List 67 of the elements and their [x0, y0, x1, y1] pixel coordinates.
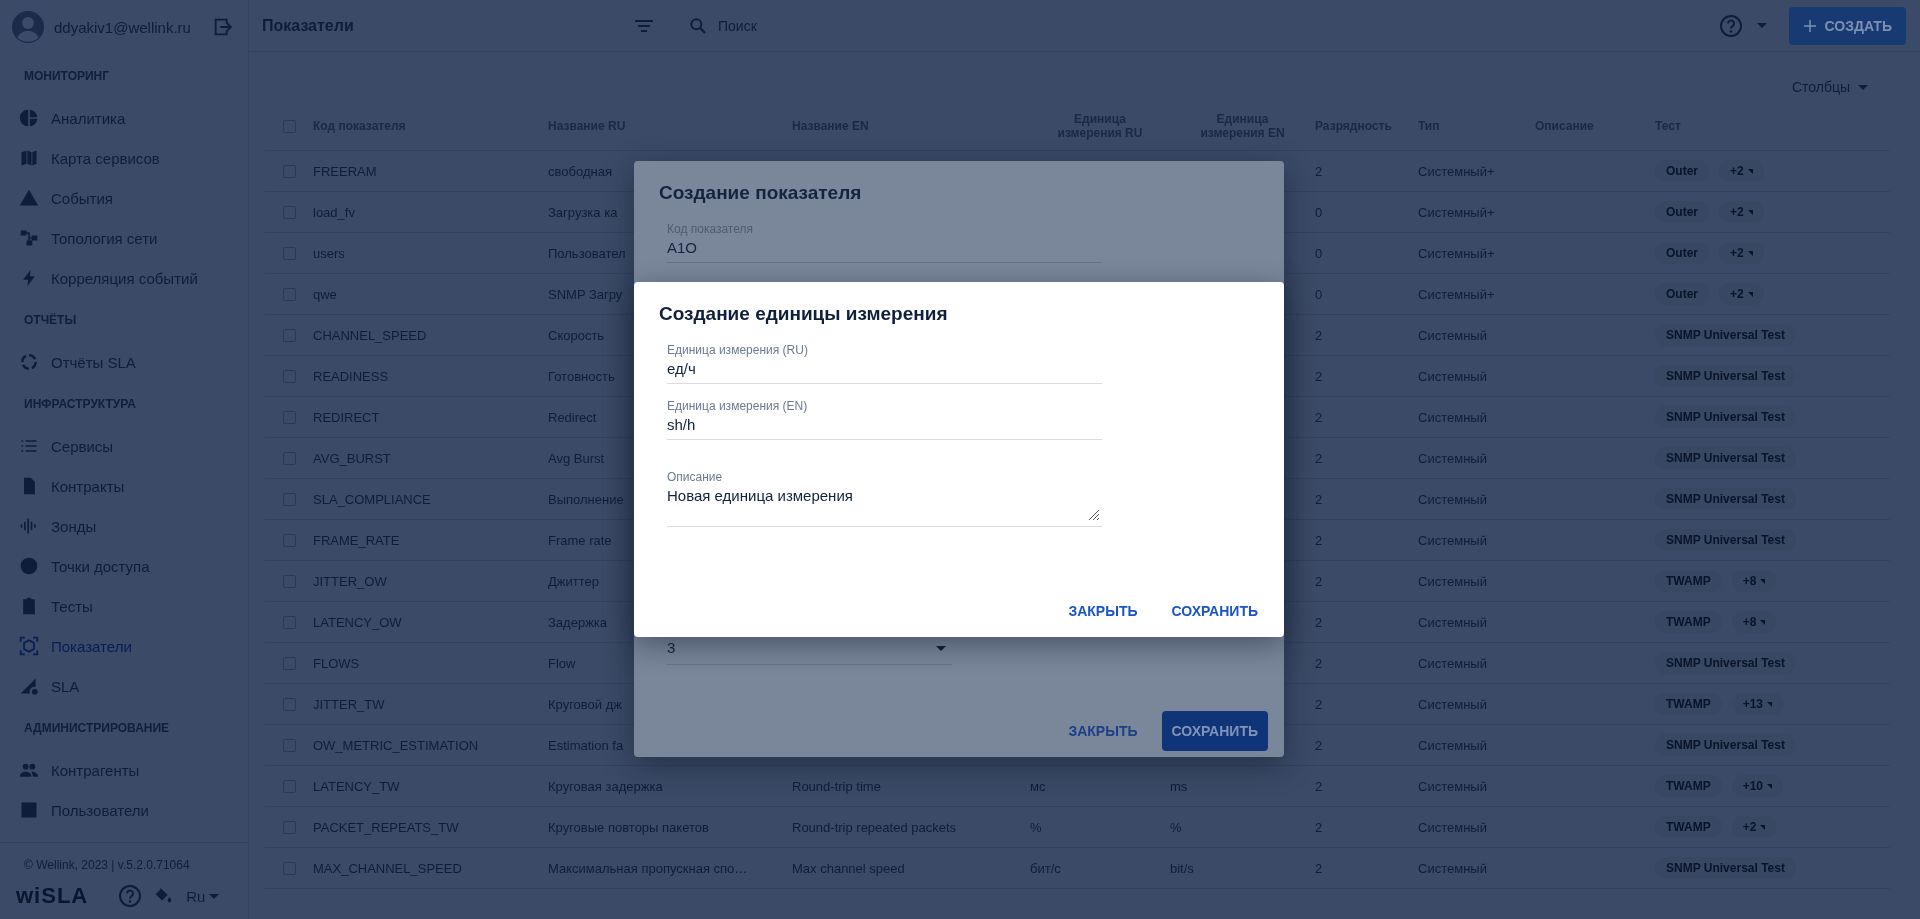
- caret-icon: [1858, 84, 1868, 90]
- save-button[interactable]: СОХРАНИТЬ: [1161, 711, 1268, 751]
- resize-grip-icon[interactable]: [1088, 509, 1100, 521]
- test-tag: TWAMP: [1655, 775, 1722, 797]
- test-tag: Outer: [1655, 242, 1709, 264]
- test-tag: TWAMP: [1655, 611, 1722, 633]
- caret-icon: [936, 645, 946, 651]
- warning-icon: [19, 188, 39, 208]
- test-tag: TWAMP: [1655, 570, 1722, 592]
- logout-icon[interactable]: [212, 16, 234, 38]
- test-tag: Outer: [1655, 201, 1709, 223]
- more-tag[interactable]: +2: [1719, 201, 1764, 223]
- text-button[interactable]: ЗАКРЫТЬ: [1058, 591, 1148, 631]
- circle-icon: [19, 556, 39, 576]
- map-icon: [19, 148, 39, 168]
- more-tag[interactable]: +8: [1731, 570, 1777, 592]
- pie-chart-icon: [19, 108, 39, 128]
- caret-icon: [1747, 209, 1753, 215]
- cube-icon: [19, 636, 39, 656]
- help-icon[interactable]: [1718, 13, 1743, 38]
- caret-icon: [1747, 250, 1753, 256]
- create-button[interactable]: СОЗДАТЬ: [1788, 6, 1906, 45]
- more-tag[interactable]: +2: [1731, 816, 1777, 838]
- text-button[interactable]: СОХРАНИТЬ: [1161, 591, 1268, 631]
- textarea-field[interactable]: Описание Новая единица измерения: [667, 469, 1102, 527]
- caret-icon: [209, 893, 220, 899]
- avatar-icon: [12, 11, 44, 43]
- test-tag: TWAMP: [1655, 816, 1722, 838]
- more-tag[interactable]: +8: [1731, 611, 1777, 633]
- test-tag: Outer: [1655, 160, 1709, 182]
- test-tag: SNMP Universal Test: [1655, 734, 1796, 756]
- dialog-title: Создание единицы измерения: [659, 302, 948, 326]
- test-tag: SNMP Universal Test: [1655, 857, 1796, 879]
- caret-icon[interactable]: [1756, 23, 1767, 28]
- text-button[interactable]: ЗАКРЫТЬ: [1058, 711, 1148, 751]
- test-tag: SNMP Universal Test: [1655, 406, 1796, 428]
- caret-icon: [1747, 168, 1753, 174]
- help-icon[interactable]: [118, 884, 143, 908]
- more-tag[interactable]: +10: [1731, 775, 1784, 797]
- triangle-gear-icon: [19, 676, 39, 696]
- topology-icon: [19, 228, 39, 248]
- more-tag[interactable]: +13: [1731, 693, 1784, 715]
- test-tag: SNMP Universal Test: [1655, 652, 1796, 674]
- text-field[interactable]: Единица измерения (RU) ед/ч: [667, 342, 1102, 384]
- test-tag: SNMP Universal Test: [1655, 529, 1796, 551]
- table-cell: %: [1170, 819, 1182, 835]
- test-tag: SNMP Universal Test: [1655, 488, 1796, 510]
- caret-icon: [1767, 701, 1773, 707]
- dialog-title: Создание показателя: [659, 181, 862, 205]
- test-tag: TWAMP: [1655, 693, 1722, 715]
- caret-icon: [1760, 619, 1766, 625]
- text-field[interactable]: Единица измерения (EN) sh/h: [667, 398, 1102, 440]
- more-tag[interactable]: +2: [1719, 160, 1764, 182]
- test-tag: SNMP Universal Test: [1655, 365, 1796, 387]
- test-tag: Outer: [1655, 283, 1709, 305]
- caret-icon: [1767, 783, 1773, 789]
- caret-icon: [1747, 291, 1753, 297]
- waveform-icon: [19, 516, 39, 536]
- search-icon: [688, 15, 708, 36]
- ring-icon: [19, 352, 39, 372]
- caret-icon: [1760, 824, 1766, 830]
- caret-icon: [1760, 578, 1766, 584]
- more-tag[interactable]: +2: [1719, 242, 1764, 264]
- test-tag: SNMP Universal Test: [1655, 324, 1796, 346]
- more-tag[interactable]: +2: [1719, 283, 1764, 305]
- table-cell: %: [1030, 819, 1042, 835]
- test-tag: SNMP Universal Test: [1655, 447, 1796, 469]
